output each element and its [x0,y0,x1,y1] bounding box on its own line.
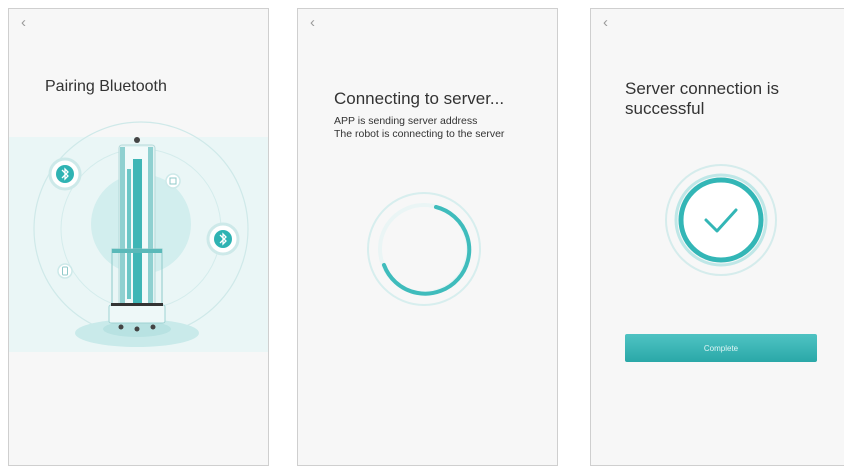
connecting-server-screen: ‹ Connecting to server... APP is sending… [297,8,558,466]
spinner-icon [367,192,481,306]
spinner-outer-ring [367,192,481,306]
connection-success-screen: ‹ Server connection is successful Comple… [590,8,844,466]
bluetooth-icon [206,222,240,256]
pairing-bluetooth-screen: ‹ Pairing Bluetooth [8,8,269,466]
device-icon [57,263,73,279]
success-ring [678,177,764,263]
bluetooth-icon [48,157,82,191]
bluetooth-pairing-illustration [9,121,268,352]
success-illustration [665,164,777,276]
spinner-arc [382,205,472,296]
complete-button[interactable]: Complete [625,334,817,362]
device-icon [165,173,181,189]
